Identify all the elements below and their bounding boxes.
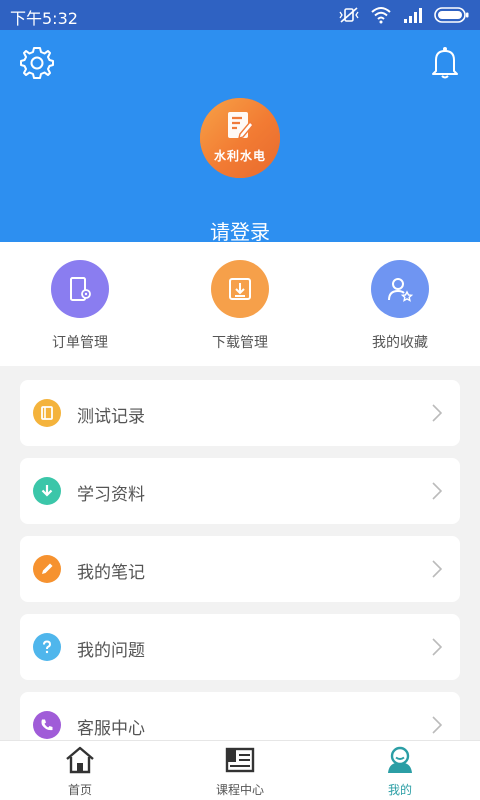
signal-icon xyxy=(404,8,422,23)
chevron-right-icon xyxy=(432,716,442,734)
document-pen-icon xyxy=(228,112,254,139)
course-icon xyxy=(225,747,255,773)
my-favorites-label: 我的收藏 xyxy=(372,335,428,351)
question-icon xyxy=(33,633,61,661)
order-management-label: 订单管理 xyxy=(52,335,108,351)
menu-item-my-questions[interactable]: 我的问题 xyxy=(20,614,460,680)
download-arrow-icon xyxy=(33,477,61,505)
download-management-label: 下载管理 xyxy=(212,335,268,351)
battery-icon xyxy=(434,7,469,23)
chevron-right-icon xyxy=(432,638,442,656)
favorite-user-icon xyxy=(371,260,429,318)
menu-item-my-notes[interactable]: 我的笔记 xyxy=(20,536,460,602)
status-time: 下午5:32 xyxy=(10,9,78,28)
tab-home[interactable]: 首页 xyxy=(0,741,160,800)
bottom-tab-bar: 首页 课程中心 我的 xyxy=(0,740,480,800)
tab-course-center[interactable]: 课程中心 xyxy=(160,741,320,800)
download-icon xyxy=(211,260,269,318)
chevron-right-icon xyxy=(432,404,442,422)
menu-item-test-records[interactable]: 测试记录 xyxy=(20,380,460,446)
bell-icon[interactable] xyxy=(430,46,460,80)
gear-icon[interactable] xyxy=(20,46,54,80)
no-vibrate-icon xyxy=(339,7,359,23)
wifi-icon xyxy=(371,7,391,24)
menu-item-label: 测试记录 xyxy=(77,407,145,427)
status-bar: 下午5:32 xyxy=(0,0,480,30)
home-icon xyxy=(66,746,94,774)
my-favorites-button[interactable]: 我的收藏 xyxy=(340,260,460,352)
tab-label: 首页 xyxy=(67,783,92,797)
menu-item-label: 客服中心 xyxy=(77,719,145,739)
tab-mine[interactable]: 我的 xyxy=(320,741,480,800)
quick-actions: 订单管理 下载管理 我的收藏 xyxy=(0,242,480,366)
menu-item-label: 我的问题 xyxy=(77,641,145,661)
tab-label: 我的 xyxy=(387,783,412,797)
tab-label: 课程中心 xyxy=(215,783,264,797)
menu-item-label: 我的笔记 xyxy=(77,563,145,583)
notebook-icon xyxy=(33,399,61,427)
avatar-brand-text: 水利水电 xyxy=(213,149,266,163)
pencil-icon xyxy=(33,555,61,583)
chevron-right-icon xyxy=(432,560,442,578)
login-prompt[interactable]: 请登录 xyxy=(0,216,480,245)
download-management-button[interactable]: 下载管理 xyxy=(180,260,300,352)
chevron-right-icon xyxy=(432,482,442,500)
profile-header: 水利水电 请登录 xyxy=(0,30,480,245)
menu-item-study-materials[interactable]: 学习资料 xyxy=(20,458,460,524)
phone-icon xyxy=(33,711,61,739)
order-settings-icon xyxy=(51,260,109,318)
menu-item-label: 学习资料 xyxy=(77,485,145,505)
profile-icon xyxy=(388,746,412,773)
avatar[interactable]: 水利水电 xyxy=(200,98,280,178)
order-management-button[interactable]: 订单管理 xyxy=(20,260,140,352)
